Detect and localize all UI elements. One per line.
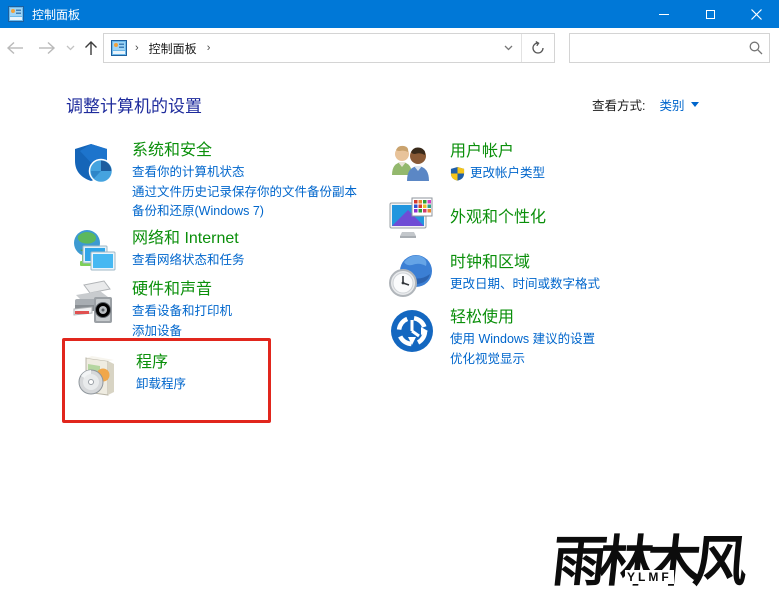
- link-view-devices-printers[interactable]: 查看设备和打印机: [132, 302, 232, 322]
- category-title-programs[interactable]: 程序: [136, 352, 186, 373]
- refresh-icon: [532, 41, 544, 54]
- programs-icon[interactable]: [74, 352, 122, 400]
- category-system-security: 系统和安全 查看你的计算机状态 通过文件历史记录保存你的文件备份副本 备份和还原…: [70, 140, 357, 222]
- address-dropdown[interactable]: [495, 43, 521, 54]
- chevron-down-icon: [66, 45, 74, 51]
- view-by-value[interactable]: 类别: [659, 95, 684, 114]
- chevron-down-icon: [504, 45, 512, 50]
- view-by-label: 查看方式:: [592, 99, 646, 113]
- page-title: 调整计算机的设置: [66, 97, 202, 116]
- minimize-button[interactable]: [641, 0, 687, 28]
- category-title-user-accounts[interactable]: 用户帐户: [450, 141, 545, 162]
- category-hardware-sound: 硬件和声音 查看设备和打印机 添加设备: [70, 279, 232, 341]
- category-title-clock-region[interactable]: 时钟和区域: [450, 252, 600, 273]
- maximize-icon: [705, 9, 715, 19]
- link-view-computer-status[interactable]: 查看你的计算机状态: [132, 163, 357, 183]
- breadcrumb-control-panel[interactable]: 控制面板: [147, 40, 199, 57]
- control-panel-location-icon: [111, 40, 127, 56]
- address-bar[interactable]: › 控制面板 ›: [103, 33, 555, 63]
- link-view-network-status[interactable]: 查看网络状态和任务: [132, 251, 245, 271]
- refresh-button[interactable]: [522, 34, 554, 62]
- ylmf-watermark-logo: 雨林木风 YLMF: [549, 523, 771, 593]
- link-optimize-visual-display[interactable]: 优化视觉显示: [450, 350, 595, 370]
- link-file-history-backup[interactable]: 通过文件历史记录保存你的文件备份副本: [132, 183, 357, 203]
- link-change-account-type-label: 更改帐户类型: [470, 166, 546, 180]
- uac-shield-icon: [450, 166, 465, 181]
- search-icon[interactable]: [743, 41, 769, 55]
- watermark-text: 雨林木风: [549, 531, 744, 593]
- category-title-network-internet[interactable]: 网络和 Internet: [132, 228, 245, 249]
- category-title-hardware-sound[interactable]: 硬件和声音: [132, 279, 232, 300]
- title-bar: 控制面板: [0, 0, 779, 28]
- category-network-internet: 网络和 Internet 查看网络状态和任务: [70, 228, 245, 276]
- breadcrumb-chevron-icon[interactable]: ›: [199, 42, 219, 54]
- ease-of-access-icon[interactable]: [388, 307, 436, 355]
- maximize-button[interactable]: [687, 0, 733, 28]
- category-user-accounts: 用户帐户 更改帐户类型: [388, 141, 545, 189]
- back-arrow-icon: [6, 41, 23, 55]
- view-by-control: 查看方式: 类别: [592, 95, 699, 114]
- forward-arrow-icon: [39, 41, 56, 55]
- breadcrumb-chevron-icon[interactable]: ›: [127, 42, 147, 54]
- control-panel-app-icon: [8, 6, 24, 22]
- up-arrow-icon: [85, 41, 97, 55]
- user-accounts-icon[interactable]: [388, 141, 436, 189]
- minimize-icon: [659, 13, 669, 15]
- recent-locations-dropdown[interactable]: [62, 28, 78, 68]
- up-button[interactable]: [80, 28, 102, 68]
- system-security-icon[interactable]: [70, 140, 118, 188]
- search-box: [569, 33, 770, 63]
- link-windows-suggested-settings[interactable]: 使用 Windows 建议的设置: [450, 330, 595, 350]
- hardware-sound-icon[interactable]: [70, 279, 118, 327]
- category-ease-of-access: 轻松使用 使用 Windows 建议的设置 优化视觉显示: [388, 307, 595, 369]
- close-icon: [750, 8, 762, 20]
- window-title: 控制面板: [32, 7, 81, 22]
- back-button[interactable]: [2, 28, 28, 68]
- category-title-system-security[interactable]: 系统和安全: [132, 140, 357, 161]
- watermark-subtext: YLMF: [625, 570, 674, 584]
- navigation-bar: › 控制面板 ›: [0, 28, 779, 68]
- search-input[interactable]: [570, 34, 743, 62]
- category-title-ease-of-access[interactable]: 轻松使用: [450, 307, 595, 328]
- link-add-device[interactable]: 添加设备: [132, 322, 232, 342]
- link-uninstall-program[interactable]: 卸载程序: [136, 375, 186, 395]
- category-programs: 程序 卸载程序: [74, 352, 186, 400]
- appearance-personalization-icon[interactable]: [388, 194, 436, 242]
- category-title-appearance-personalization[interactable]: 外观和个性化: [450, 207, 546, 228]
- clock-region-icon[interactable]: [388, 252, 436, 300]
- link-change-date-time-formats[interactable]: 更改日期、时间或数字格式: [450, 275, 600, 295]
- link-backup-restore-win7[interactable]: 备份和还原(Windows 7): [132, 202, 357, 222]
- category-clock-region: 时钟和区域 更改日期、时间或数字格式: [388, 252, 600, 300]
- category-appearance-personalization: 外观和个性化: [388, 194, 546, 242]
- network-internet-icon[interactable]: [70, 228, 118, 276]
- forward-button[interactable]: [34, 28, 60, 68]
- caret-down-icon[interactable]: [690, 102, 699, 107]
- close-button[interactable]: [733, 0, 779, 28]
- link-change-account-type[interactable]: 更改帐户类型: [450, 164, 545, 184]
